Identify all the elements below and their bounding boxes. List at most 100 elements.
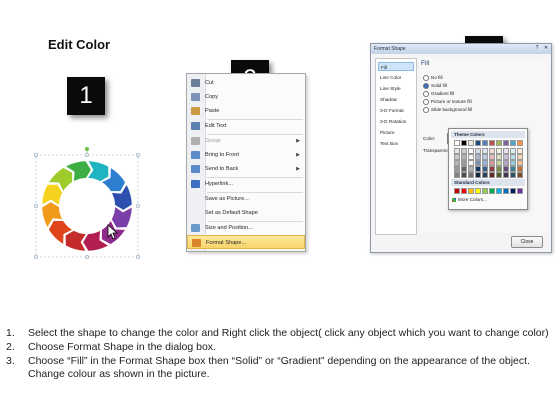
- fill-option-solid-fill[interactable]: Solid fill: [423, 82, 447, 89]
- more-colors-item[interactable]: More Colors...: [452, 197, 487, 202]
- color-swatch[interactable]: [454, 140, 460, 146]
- color-swatch[interactable]: [503, 140, 509, 146]
- color-swatch[interactable]: [489, 188, 495, 194]
- category-line-style[interactable]: Line Style: [378, 84, 414, 93]
- color-swatch[interactable]: [517, 188, 523, 194]
- wheel-segment[interactable]: [41, 184, 63, 206]
- menu-item-label: Cut: [205, 80, 214, 86]
- color-swatch[interactable]: [461, 140, 467, 146]
- menu-item-save-as-picture[interactable]: Save as Picture...: [187, 192, 305, 206]
- palette-icon: [452, 197, 456, 202]
- menu-item-paste[interactable]: Paste: [187, 104, 305, 118]
- color-swatch[interactable]: [489, 172, 495, 178]
- color-swatch[interactable]: [517, 140, 523, 146]
- color-swatch[interactable]: [482, 188, 488, 194]
- menu-item-label: Save as Picture...: [205, 196, 249, 202]
- menu-item-set-as-default-shape[interactable]: Set as Default Shape: [187, 206, 305, 220]
- color-swatch[interactable]: [454, 172, 460, 178]
- wheel-segment[interactable]: [87, 160, 109, 182]
- resize-handle[interactable]: [33, 254, 39, 260]
- menu-item-size-and-position[interactable]: Size and Position...: [187, 221, 305, 235]
- category-3-d-format[interactable]: 3-D Format: [378, 106, 414, 115]
- color-swatch[interactable]: [475, 140, 481, 146]
- menu-item-send-to-back[interactable]: Send to Back ▶: [187, 162, 305, 176]
- wheel-segment[interactable]: [111, 206, 133, 228]
- menu-item-label: Group: [205, 138, 221, 144]
- page-title: Edit Color: [48, 37, 111, 52]
- resize-handle[interactable]: [33, 152, 39, 158]
- menu-item-hyperlink[interactable]: Hyperlink...: [187, 177, 305, 191]
- color-swatch[interactable]: [517, 172, 523, 178]
- radio-button[interactable]: [423, 98, 429, 105]
- fill-option-gradient-fill[interactable]: Gradient fill: [423, 90, 454, 97]
- color-swatch[interactable]: [461, 172, 467, 178]
- category-list: Fill Line Color Line Style Shadow 3-D Format…: [375, 58, 417, 235]
- menu-item-label: Bring to Front: [205, 152, 239, 158]
- color-swatch[interactable]: [496, 140, 502, 146]
- color-swatch[interactable]: [496, 188, 502, 194]
- category-text-box[interactable]: Text Box: [378, 139, 414, 148]
- fill-option-picture-or-texture-fill[interactable]: Picture or texture fill: [423, 98, 472, 105]
- color-wheel-diagram[interactable]: [26, 145, 148, 267]
- menu-item-cut[interactable]: Cut: [187, 76, 305, 90]
- color-swatch[interactable]: [510, 140, 516, 146]
- resize-handle[interactable]: [135, 203, 141, 209]
- radio-button[interactable]: [423, 90, 429, 97]
- color-swatch[interactable]: [503, 172, 509, 178]
- menu-item-label: Hyperlink...: [205, 181, 233, 187]
- color-swatch[interactable]: [482, 172, 488, 178]
- help-icon[interactable]: ?: [533, 45, 541, 52]
- menu-item-bring-to-front[interactable]: Bring to Front ▶: [187, 148, 305, 162]
- chevron-right-icon: ▶: [296, 152, 300, 158]
- resize-handle[interactable]: [33, 203, 39, 209]
- color-picker-popup[interactable]: Theme Colors Standard Colors More Colors…: [448, 128, 528, 210]
- category-shadow[interactable]: Shadow: [378, 95, 414, 104]
- theme-colors-heading: Theme Colors: [451, 131, 525, 138]
- color-swatch[interactable]: [475, 188, 481, 194]
- category-3-d-rotation[interactable]: 3-D Rotation: [378, 117, 414, 126]
- color-swatch[interactable]: [510, 188, 516, 194]
- resize-handle[interactable]: [135, 254, 141, 260]
- color-swatch[interactable]: [482, 140, 488, 146]
- menu-item-format-shape[interactable]: Format Shape...: [187, 235, 305, 249]
- radio-button[interactable]: [423, 106, 429, 113]
- resize-handle[interactable]: [84, 152, 90, 158]
- menu-item-edit-text[interactable]: Edit Text: [187, 119, 305, 133]
- resize-handle[interactable]: [135, 152, 141, 158]
- color-swatch[interactable]: [468, 172, 474, 178]
- close-button[interactable]: Close: [511, 236, 543, 248]
- color-swatch[interactable]: [468, 188, 474, 194]
- radio-button[interactable]: [423, 74, 429, 81]
- fill-option-slide-background-fill[interactable]: Slide background fill: [423, 106, 472, 113]
- fill-option-no-fill[interactable]: No fill: [423, 74, 443, 81]
- step-badge-1: 1: [67, 77, 105, 115]
- group-icon: [191, 137, 200, 145]
- instruction-item: 2. Choose Format Shape in the dialog box.: [6, 340, 216, 353]
- menu-item-label: Format Shape...: [206, 240, 247, 246]
- close-icon[interactable]: ✕: [542, 45, 550, 52]
- color-swatch[interactable]: [503, 188, 509, 194]
- menu-item-label: Set as Default Shape: [205, 210, 258, 216]
- category-picture[interactable]: Picture: [378, 128, 414, 137]
- rotate-handle[interactable]: [85, 147, 89, 151]
- color-swatch[interactable]: [510, 172, 516, 178]
- color-swatch[interactable]: [475, 172, 481, 178]
- menu-item-copy[interactable]: Copy: [187, 90, 305, 104]
- color-swatch[interactable]: [468, 140, 474, 146]
- wheel-segment[interactable]: [65, 230, 87, 252]
- resize-handle[interactable]: [84, 254, 90, 260]
- context-menu[interactable]: Cut Copy Paste Edit Text Group ▶ Bring to Fron…: [186, 73, 306, 252]
- color-swatch[interactable]: [461, 188, 467, 194]
- category-fill[interactable]: Fill: [378, 62, 414, 71]
- radio-button[interactable]: [423, 82, 429, 89]
- color-label: Color:: [423, 136, 436, 141]
- color-swatch[interactable]: [489, 140, 495, 146]
- color-swatch[interactable]: [454, 188, 460, 194]
- panel-heading: Fill: [421, 60, 430, 67]
- format-shape-icon: [192, 239, 201, 247]
- scissors-icon: [191, 79, 200, 87]
- menu-item-label: Copy: [205, 94, 219, 100]
- menu-item-group[interactable]: Group ▶: [187, 134, 305, 148]
- color-swatch[interactable]: [496, 172, 502, 178]
- category-line-color[interactable]: Line Color: [378, 73, 414, 82]
